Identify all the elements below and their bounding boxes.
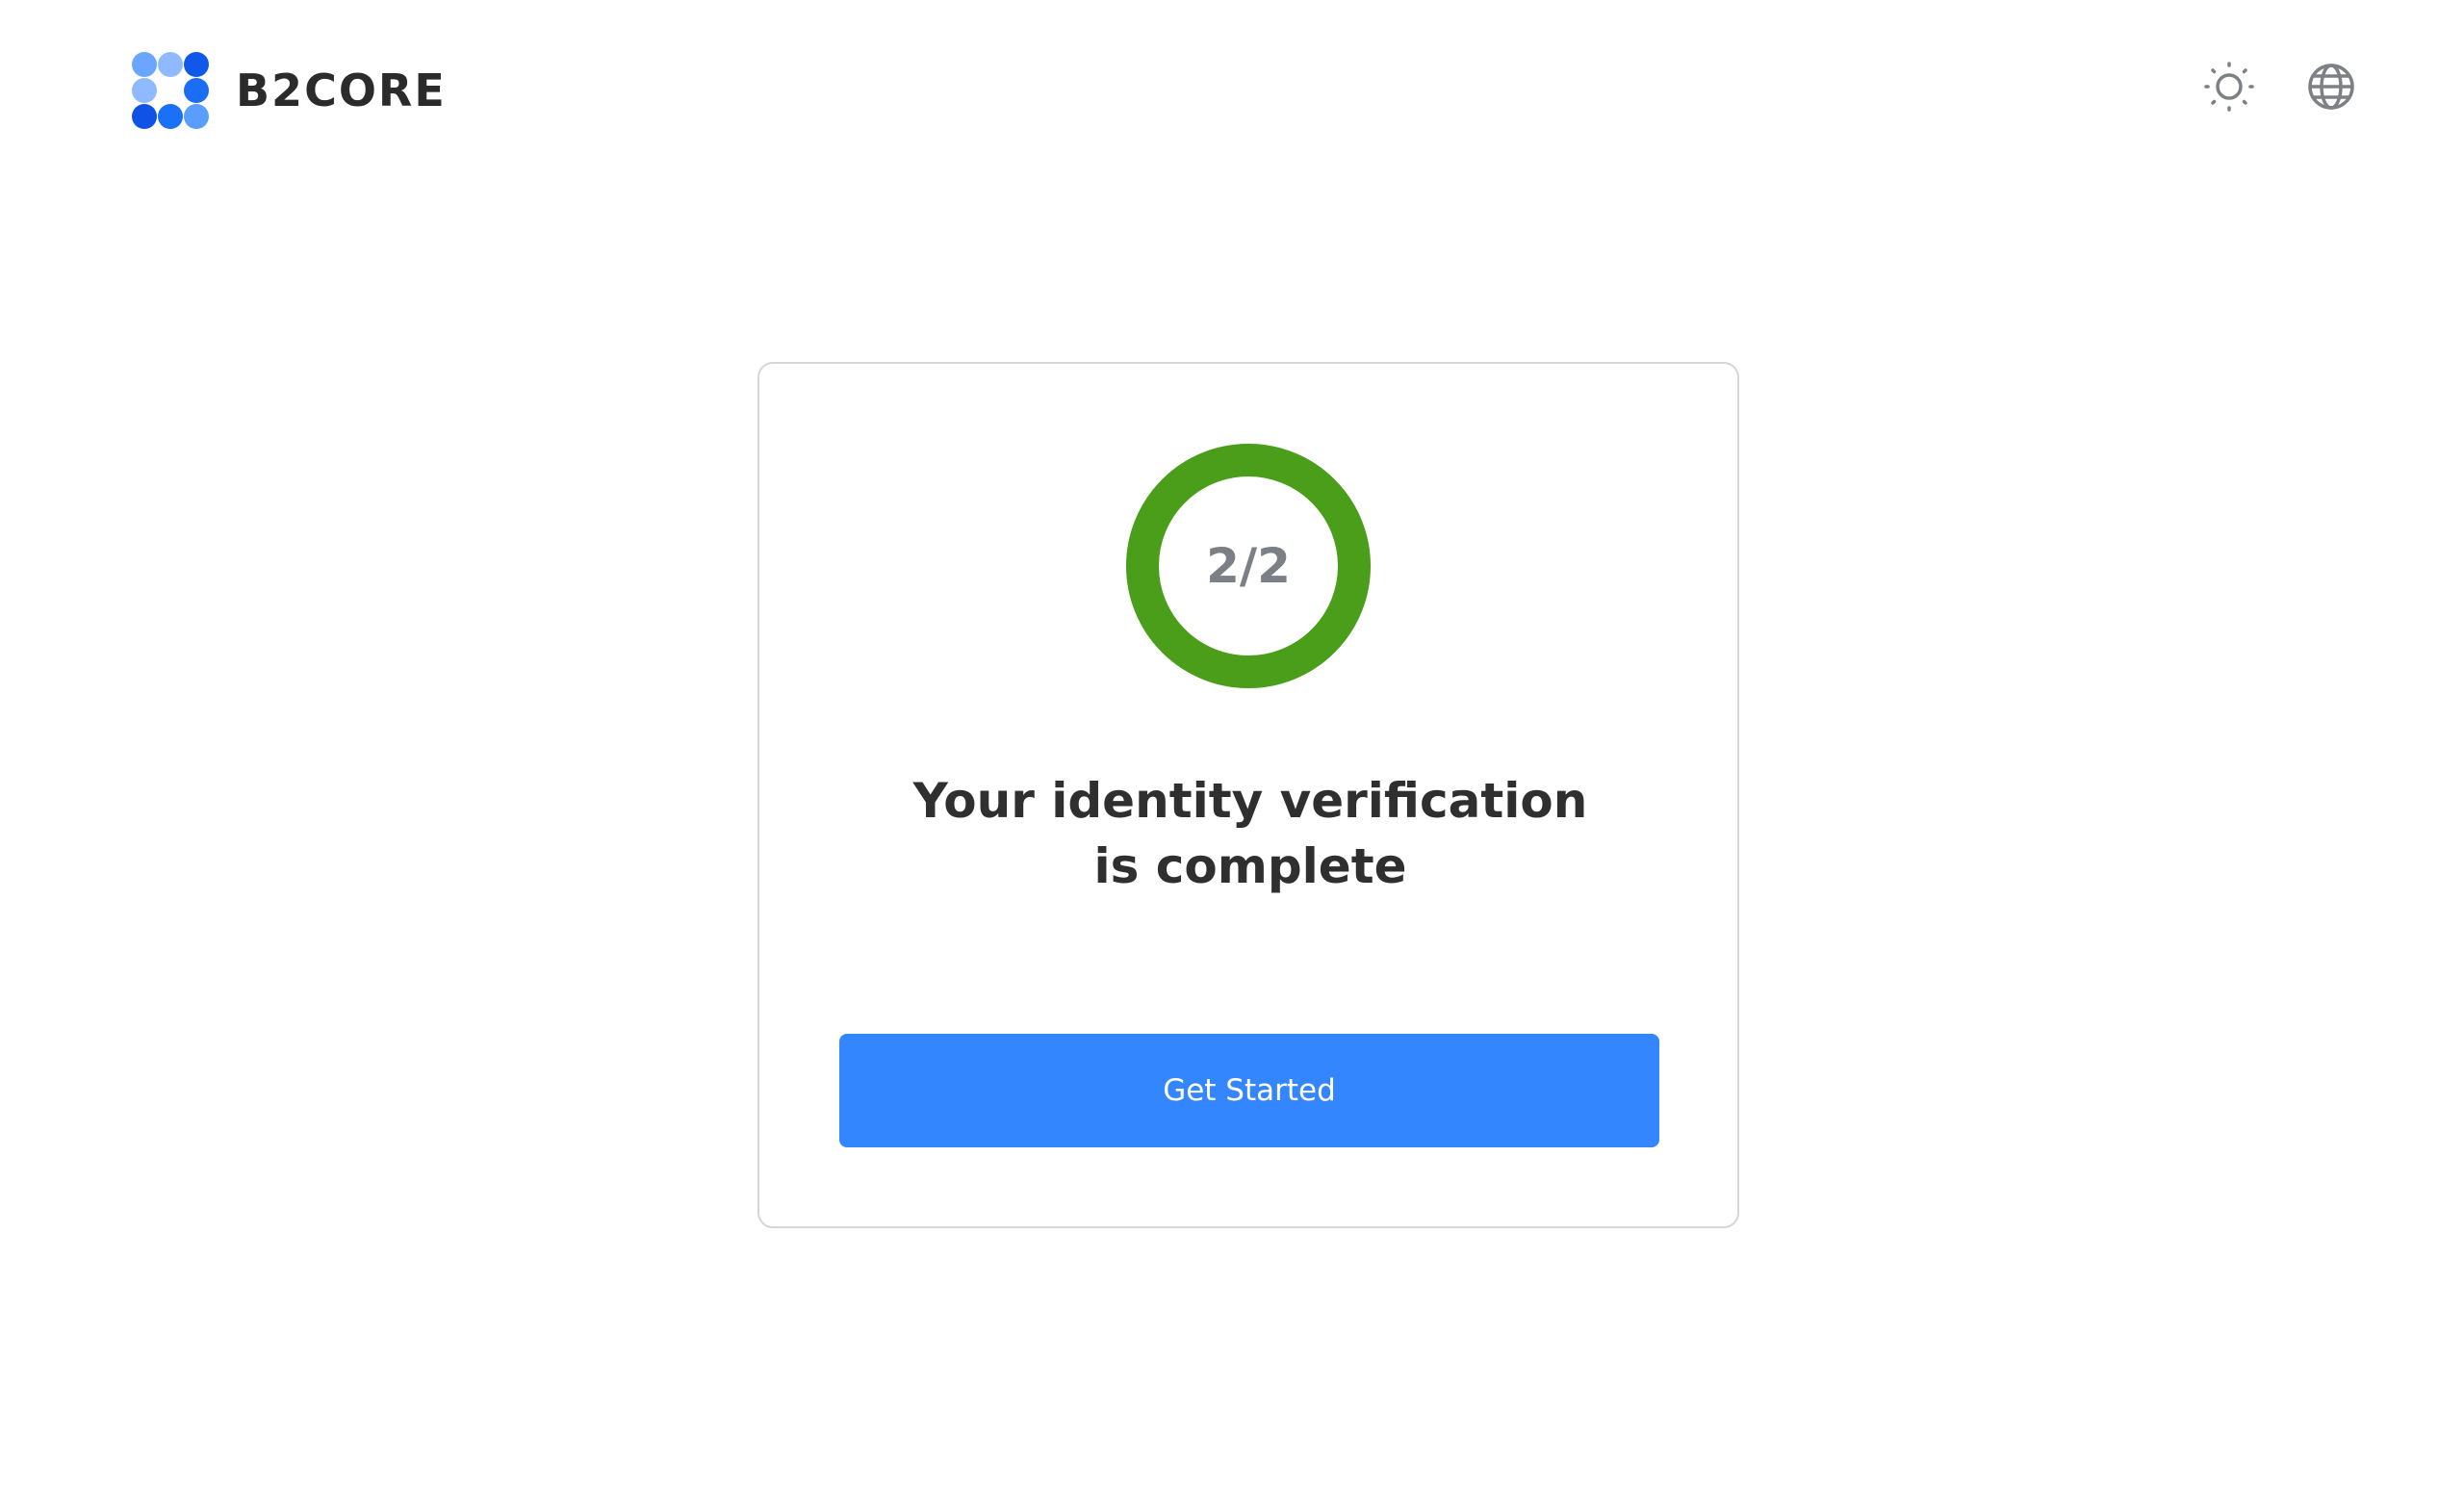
progress-label: 2/2 (1206, 538, 1291, 594)
brand[interactable]: B2CORE (132, 52, 447, 129)
theme-toggle-button[interactable] (2202, 60, 2256, 114)
logo-dot (184, 78, 209, 103)
logo-dot (184, 52, 209, 77)
logo-dot (132, 104, 157, 129)
logo-dot (158, 52, 183, 77)
header-actions (2202, 60, 2358, 114)
sun-icon (2204, 62, 2254, 112)
brand-name: B2CORE (236, 64, 447, 116)
globe-icon (2308, 64, 2354, 110)
logo-dot (132, 78, 157, 103)
progress-ring: 2/2 (1125, 443, 1372, 689)
verification-card: 2/2 Your identity verification is comple… (757, 362, 1739, 1228)
title-line-1: Your identity verification (912, 773, 1588, 829)
logo-dot (184, 104, 209, 129)
language-button[interactable] (2304, 60, 2358, 114)
logo-dot (132, 52, 157, 77)
logo-dot (158, 104, 183, 129)
logo-icon (132, 52, 209, 129)
get-started-button[interactable]: Get Started (839, 1034, 1659, 1147)
header: B2CORE (0, 0, 2464, 183)
page: B2CORE 2/2 Your identity verification is… (0, 0, 2464, 1491)
page-title: Your identity verification is complete (865, 768, 1635, 899)
title-line-2: is complete (1093, 838, 1407, 894)
